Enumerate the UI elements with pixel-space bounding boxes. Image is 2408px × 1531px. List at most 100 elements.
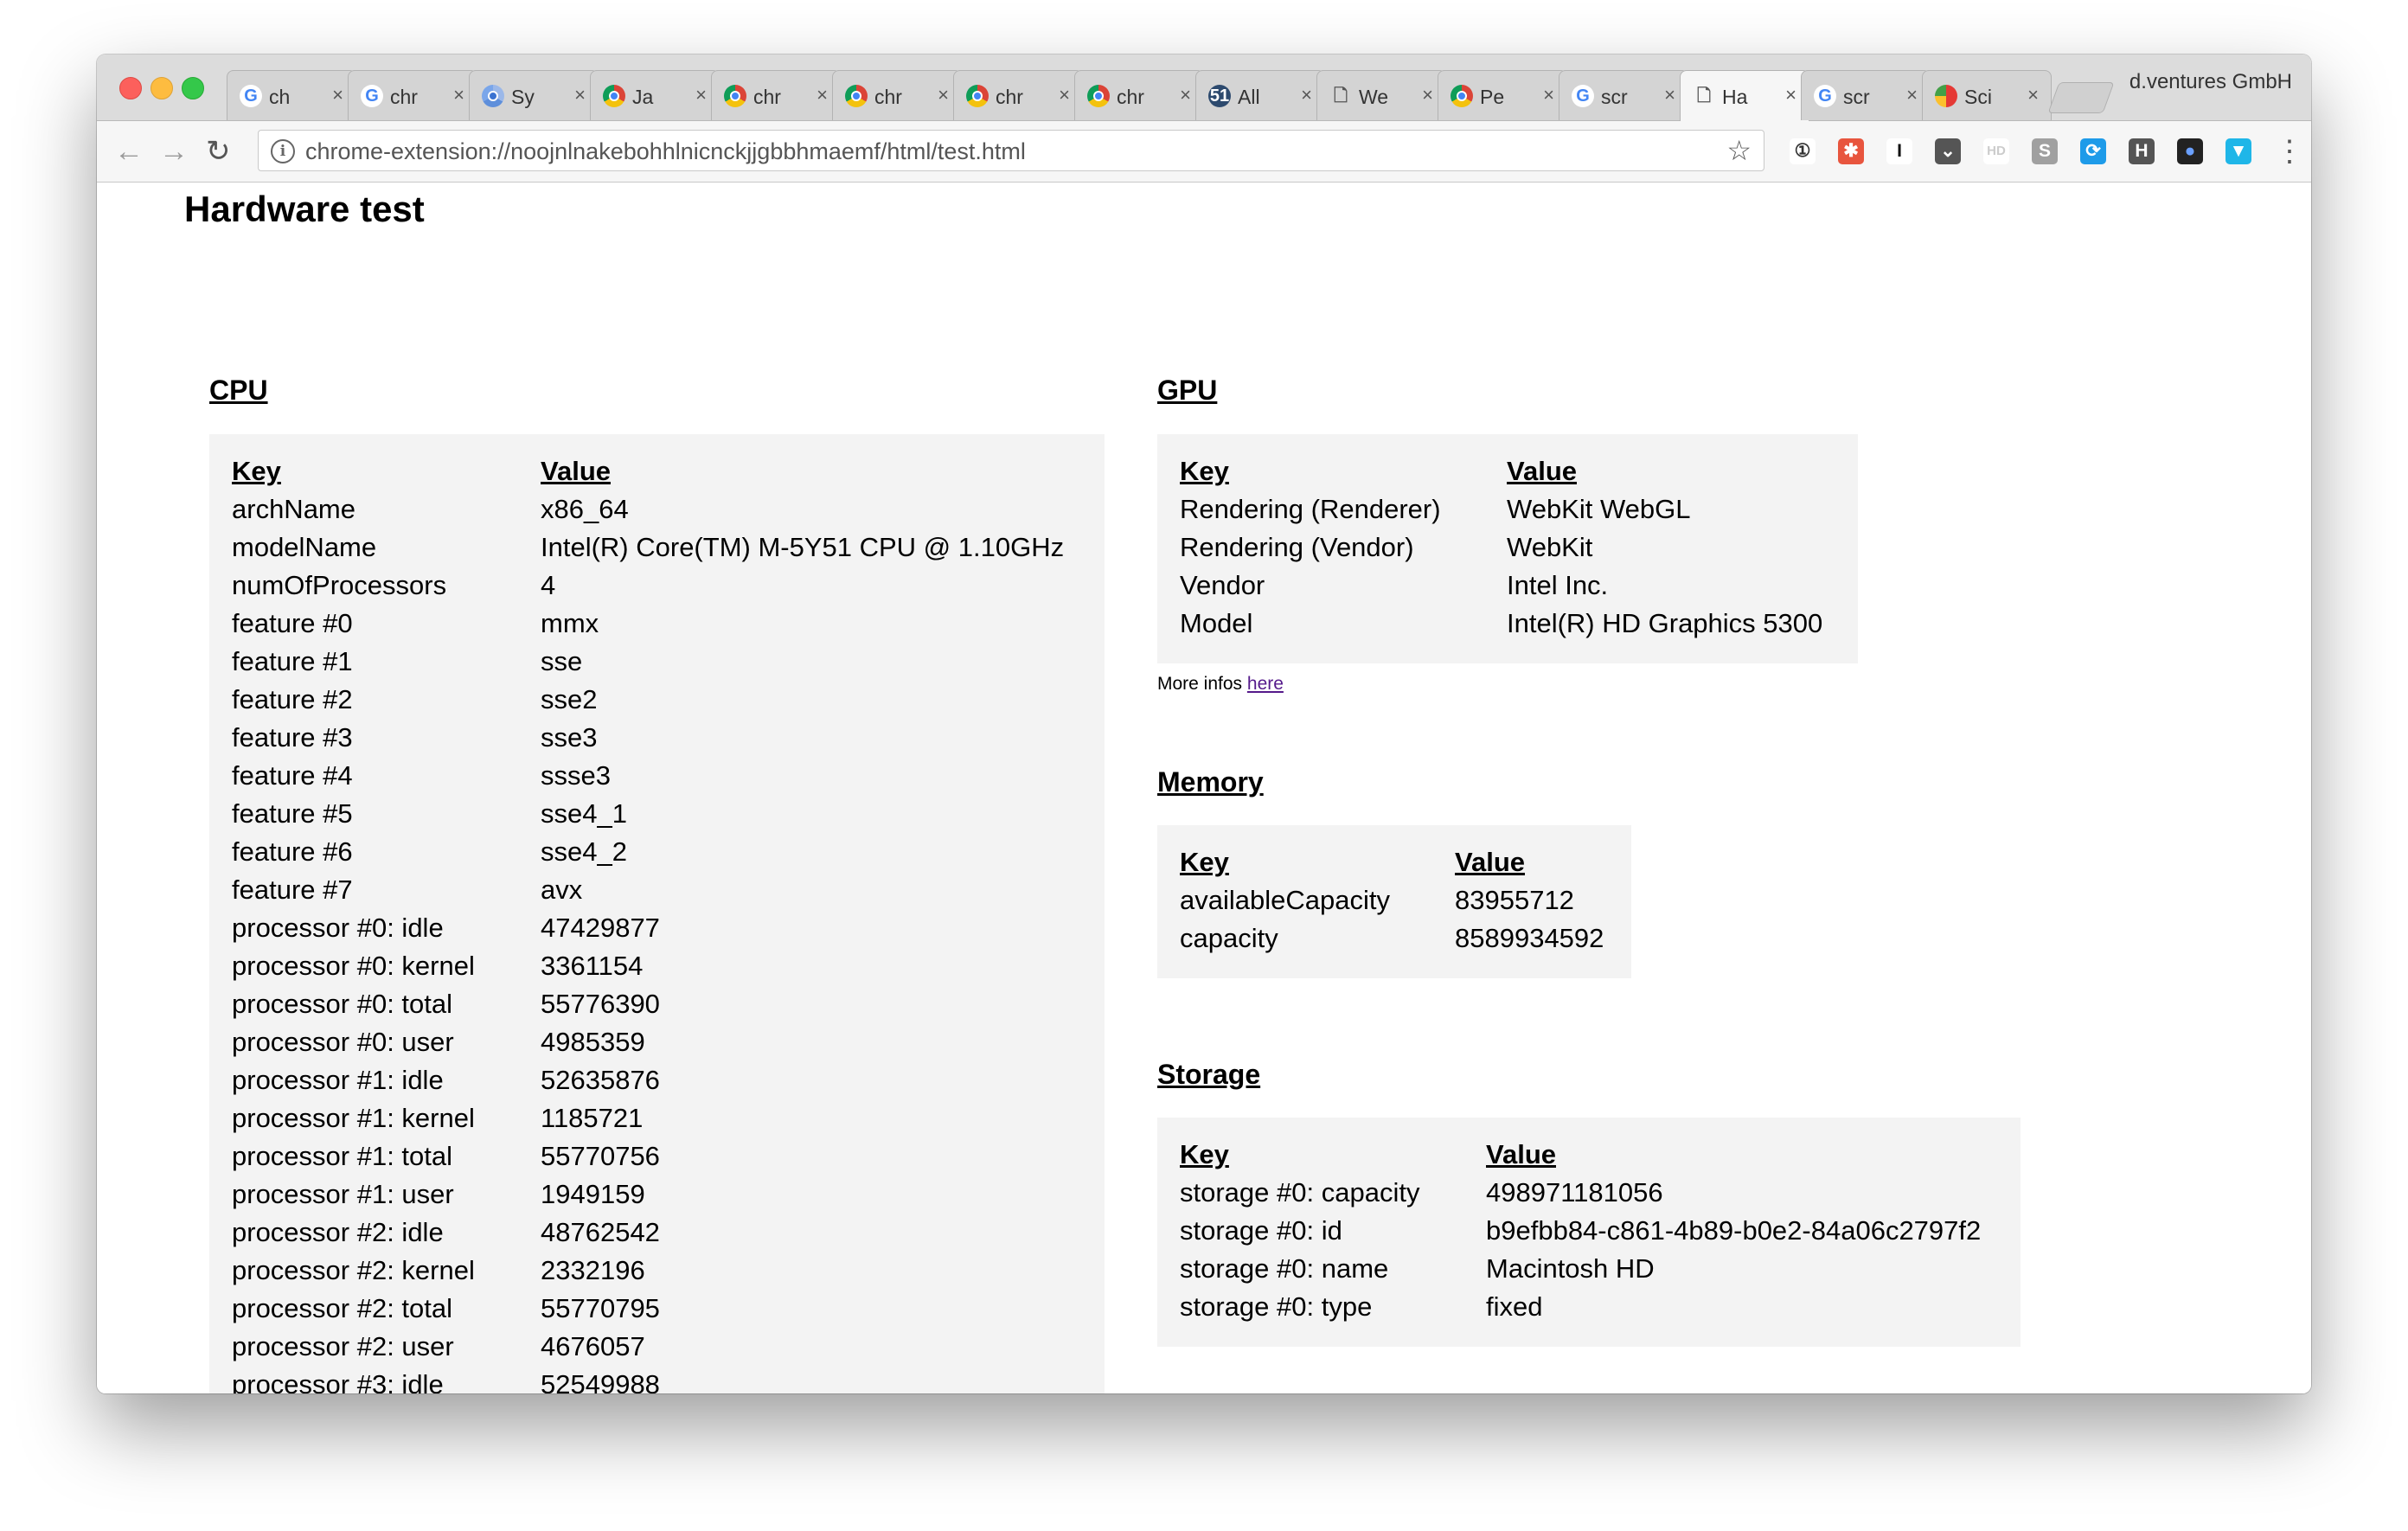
table-row: processor #0: kernel 3361154: [232, 947, 1064, 985]
row-value: 2332196: [541, 1255, 645, 1285]
row-value: avx: [541, 874, 583, 905]
row-value: 55770795: [541, 1293, 660, 1323]
site-info-icon[interactable]: i: [271, 139, 295, 163]
cpu-heading: CPU: [209, 375, 268, 406]
row-value: mmx: [541, 608, 599, 638]
tab-close-icon[interactable]: ×: [938, 83, 949, 107]
row-key: processor #0: user: [232, 1027, 454, 1057]
address-bar[interactable]: i chrome-extension://noojnlnakebohhlnicn…: [258, 130, 1764, 171]
browser-tab[interactable]: chr ×: [953, 70, 1083, 120]
window-maximize-button[interactable]: [182, 77, 204, 99]
browser-tab[interactable]: Ja ×: [590, 70, 720, 120]
row-key: feature #2: [232, 684, 353, 714]
row-key: feature #5: [232, 798, 353, 829]
table-row: processor #1: kernel 1185721: [232, 1099, 1064, 1137]
1password-extension-icon[interactable]: ①: [1790, 138, 1816, 164]
table-row: feature #0 mmx: [232, 605, 1064, 643]
pocket-extension-icon[interactable]: ⌄: [1935, 138, 1961, 164]
url-text[interactable]: chrome-extension://noojnlnakebohhlnicnck…: [305, 138, 1026, 164]
chrome-menu-button[interactable]: ⋮: [2275, 135, 2304, 168]
row-key: feature #4: [232, 760, 353, 791]
chrome-icon: [966, 85, 989, 107]
row-key: archName: [232, 494, 355, 524]
more-infos-link[interactable]: here: [1247, 674, 1284, 694]
row-key: feature #6: [232, 836, 353, 867]
page-content: Hardware test CPU Key Value archName x86_…: [97, 183, 2311, 1393]
row-value: Intel Inc.: [1507, 570, 1609, 600]
row-value: 48762542: [541, 1217, 660, 1247]
document-icon: 🗋: [1696, 86, 1712, 106]
table-row: archName x86_64: [232, 490, 1064, 528]
forward-button[interactable]: →: [159, 135, 189, 168]
browser-tab[interactable]: Gscr ×: [1801, 70, 1931, 120]
tab-close-icon[interactable]: ×: [1301, 83, 1312, 107]
shield-extension-icon[interactable]: ▼: [2225, 138, 2251, 164]
row-key: storage #0: capacity: [1180, 1177, 1420, 1208]
tab-title: chr: [874, 86, 902, 108]
hd-extension-icon[interactable]: HD: [1983, 138, 2009, 164]
more-infos-label: More infos: [1157, 674, 1243, 694]
storage-value-header: Value: [1486, 1139, 1556, 1169]
tab-close-icon[interactable]: ×: [1906, 83, 1918, 107]
browser-tab[interactable]: Gch ×: [227, 70, 356, 120]
browser-tab[interactable]: 🗋 We ×: [1316, 70, 1446, 120]
browser-tab[interactable]: Sy ×: [469, 70, 599, 120]
window-minimize-button[interactable]: [150, 77, 173, 99]
instapaper-extension-icon[interactable]: I: [1886, 138, 1912, 164]
sync-extension-icon[interactable]: ⟳: [2080, 138, 2106, 164]
table-row: processor #3: idle 52549988: [232, 1366, 1064, 1393]
row-value: 55770756: [541, 1141, 660, 1171]
tab-close-icon[interactable]: ×: [817, 83, 828, 107]
h-extension-icon[interactable]: H: [2129, 138, 2155, 164]
tab-close-icon[interactable]: ×: [1785, 83, 1796, 107]
row-value: 4: [541, 570, 556, 600]
browser-tab[interactable]: Sci ×: [1922, 70, 2052, 120]
tab-close-icon[interactable]: ×: [695, 83, 707, 107]
row-value: b9efbb84-c861-4b89-b0e2-84a06c2797f2: [1486, 1215, 1982, 1246]
tab-close-icon[interactable]: ×: [2027, 83, 2039, 107]
row-key: processor #2: idle: [232, 1217, 444, 1247]
row-key: Rendering (Vendor): [1180, 532, 1414, 562]
browser-tab[interactable]: chr ×: [1074, 70, 1204, 120]
tab-close-icon[interactable]: ×: [1180, 83, 1191, 107]
tab-title: scr: [1601, 86, 1628, 108]
browser-tab[interactable]: chr ×: [711, 70, 841, 120]
row-value: WebKit WebGL: [1507, 494, 1691, 524]
row-key: feature #0: [232, 608, 353, 638]
table-row: storage #0: id b9efbb84-c861-4b89-b0e2-84…: [1180, 1212, 1981, 1250]
tab-close-icon[interactable]: ×: [574, 83, 586, 107]
row-value: 4676057: [541, 1331, 645, 1361]
cpu-panel: Key Value archName x86_64 modelName Intel(R…: [209, 434, 1105, 1393]
s-extension-icon[interactable]: S: [2032, 138, 2058, 164]
back-button[interactable]: ←: [114, 135, 144, 168]
browser-tab[interactable]: Pe ×: [1438, 70, 1567, 120]
profile-name[interactable]: d.ventures GmbH: [2129, 70, 2292, 94]
document-icon: 🗋: [1333, 86, 1348, 106]
window-close-button[interactable]: [119, 77, 142, 99]
browser-tab[interactable]: Gchr ×: [348, 70, 477, 120]
row-value: 498971181056: [1486, 1177, 1663, 1208]
site-icon: [1935, 85, 1957, 107]
table-row: processor #2: idle 48762542: [232, 1214, 1064, 1252]
reload-button[interactable]: ↻: [206, 135, 231, 168]
tab-close-icon[interactable]: ×: [1422, 83, 1433, 107]
tab-close-icon[interactable]: ×: [1664, 83, 1675, 107]
tab-close-icon[interactable]: ×: [453, 83, 464, 107]
todo-extension-icon[interactable]: ✱: [1838, 138, 1864, 164]
table-row: feature #3 sse3: [232, 719, 1064, 757]
row-value: sse: [541, 646, 583, 676]
row-value: Intel(R) Core(TM) M-5Y51 CPU @ 1.10GHz: [541, 532, 1065, 562]
new-tab-button[interactable]: [2047, 82, 2115, 113]
tab-close-icon[interactable]: ×: [332, 83, 343, 107]
row-key: storage #0: name: [1180, 1253, 1389, 1284]
browser-tab[interactable]: chr ×: [832, 70, 962, 120]
browser-tab[interactable]: Gscr ×: [1559, 70, 1688, 120]
tab-title: ch: [269, 86, 291, 108]
tab-close-icon[interactable]: ×: [1543, 83, 1554, 107]
browser-tab[interactable]: 51 All ×: [1195, 70, 1325, 120]
bookmark-star-icon[interactable]: ☆: [1726, 136, 1752, 165]
camera-extension-icon[interactable]: ●: [2177, 138, 2203, 164]
tab-close-icon[interactable]: ×: [1059, 83, 1070, 107]
table-row: processor #2: kernel 2332196: [232, 1252, 1064, 1290]
browser-tab[interactable]: 🗋 Ha ×: [1680, 70, 1809, 121]
